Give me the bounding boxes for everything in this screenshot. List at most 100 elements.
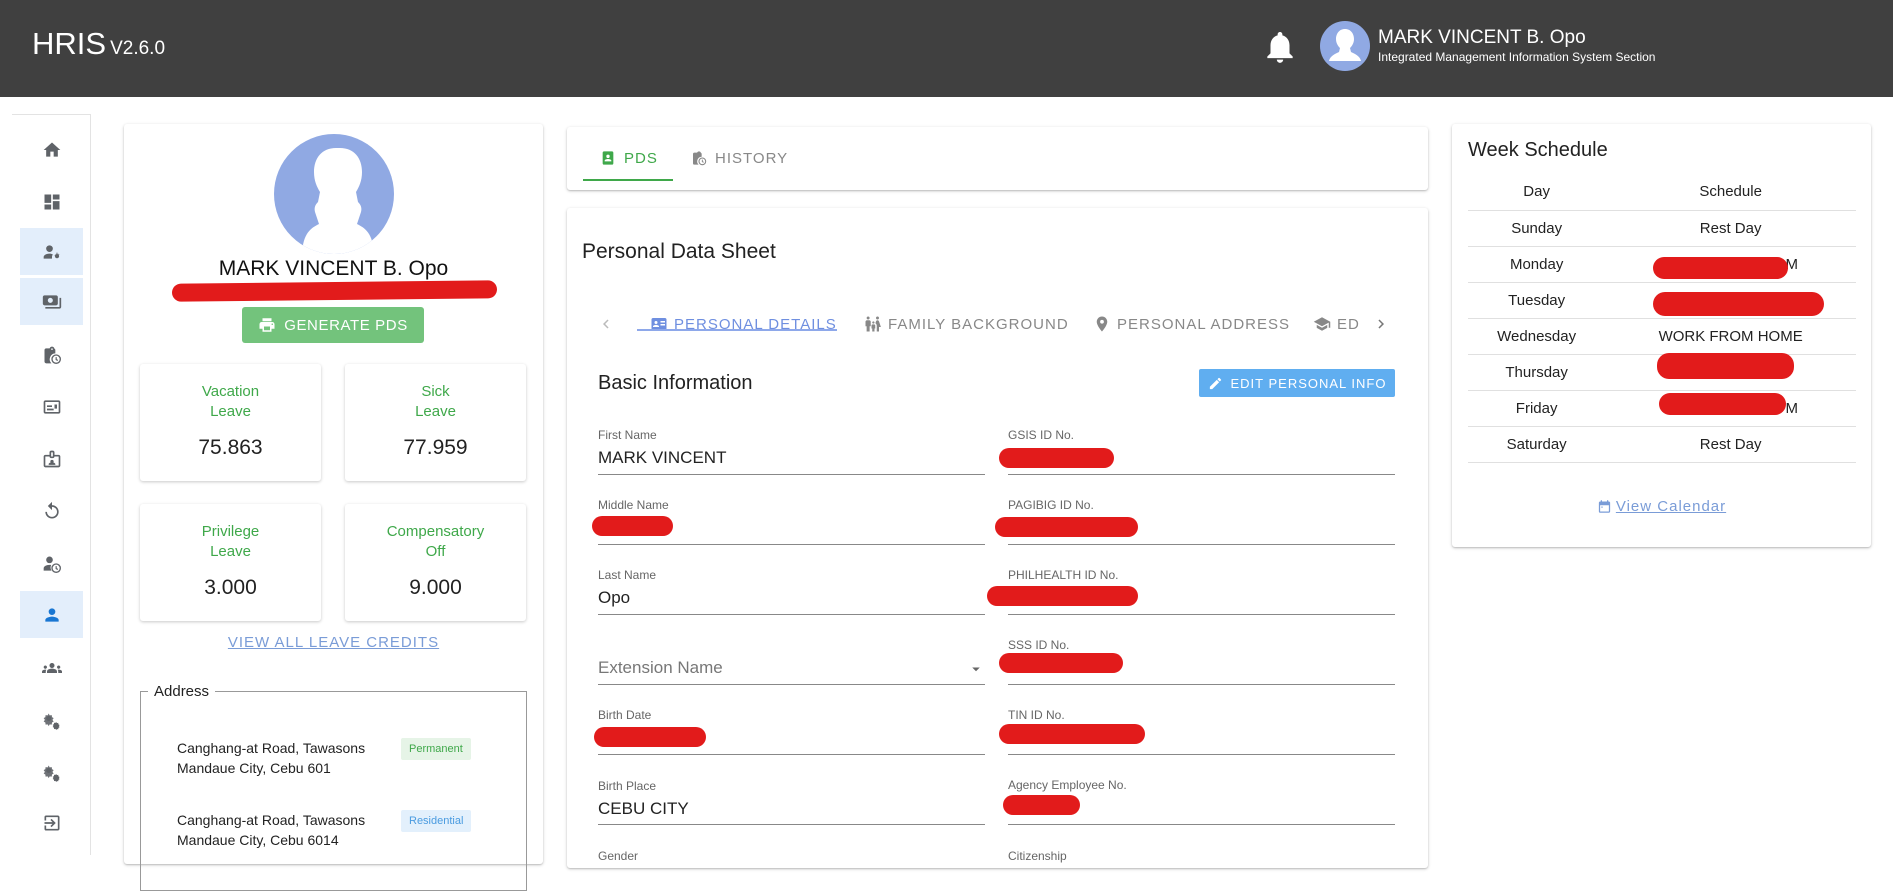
tab-personal-address[interactable]: PERSONAL ADDRESS (1093, 305, 1290, 343)
calendar-icon (1598, 500, 1610, 513)
field-underline (598, 824, 985, 825)
leave-label: Off (425, 543, 446, 560)
user-settings-icon[interactable] (20, 228, 83, 275)
birth-place-field[interactable]: CEBU CITY (598, 799, 689, 819)
tab-education[interactable]: ED (1313, 305, 1360, 343)
view-all-leave-credits-link[interactable]: VIEW ALL LEAVE CREDITS (124, 634, 543, 651)
printer-icon (259, 318, 275, 332)
day-cell: Monday (1468, 246, 1606, 283)
tab-personal-details[interactable]: PERSONAL DETAILS (650, 305, 837, 343)
schedule-table: Day Schedule Sunday Rest Day Monday M Tues… (1468, 174, 1856, 463)
redaction (999, 653, 1123, 673)
table-header: Day Schedule (1468, 174, 1856, 211)
tabs-scroll-right-button[interactable] (1372, 305, 1390, 343)
redaction (999, 724, 1145, 744)
home-icon[interactable] (20, 126, 83, 173)
status-badge: Permanent (401, 738, 471, 760)
pencil-icon (1209, 377, 1221, 389)
view-calendar-link[interactable]: View Calendar (1452, 498, 1871, 515)
bell-icon[interactable] (1261, 26, 1299, 68)
id-card-icon[interactable] (20, 383, 83, 430)
column-header: Schedule (1605, 174, 1856, 211)
tab-history[interactable]: HISTORY (691, 130, 788, 186)
profile-avatar (274, 134, 394, 254)
field-underline (598, 614, 985, 615)
field-label: PHILHEALTH ID No. (1008, 568, 1119, 582)
top-bar: HRIS V2.6.0 MARK VINCENT B. Opo Integrate… (0, 0, 1893, 97)
avatar[interactable] (1320, 21, 1370, 71)
tab-label: HISTORY (715, 149, 789, 167)
leave-card-sick: Sick Leave 77.959 (345, 364, 526, 481)
field-label: Citizenship (1008, 849, 1067, 863)
redaction (594, 727, 706, 747)
table-row: Wednesday WORK FROM HOME (1468, 318, 1856, 355)
tabs-scroll-left-button[interactable] (597, 305, 615, 343)
app-version: V2.6.0 (110, 38, 166, 59)
first-name-field[interactable]: MARK VINCENT (598, 448, 726, 468)
app-brand[interactable]: HRIS V2.6.0 (32, 26, 165, 62)
table-row: Sunday Rest Day (1468, 210, 1856, 247)
schedule-title: Week Schedule (1468, 139, 1608, 161)
badge-icon[interactable] (20, 435, 83, 482)
leave-label: Leave (210, 403, 251, 420)
tab-label: PERSONAL ADDRESS (1117, 315, 1290, 333)
leave-label: Privilege (201, 523, 260, 540)
chevron-down-icon[interactable] (967, 660, 985, 678)
field-underline (1008, 544, 1395, 545)
last-name-field[interactable]: Opo (598, 588, 630, 608)
user-clock-icon[interactable] (20, 540, 83, 587)
person-icon[interactable] (20, 591, 83, 638)
user-section: Integrated Management Information System… (1378, 50, 1656, 64)
leave-value: 9.000 (409, 576, 462, 599)
clipboard-clock-icon[interactable] (20, 331, 83, 378)
address-text: Canghang-at Road, Tawasons Mandaue City, … (177, 810, 365, 850)
group-icon[interactable] (20, 644, 83, 691)
family-icon (865, 316, 881, 332)
extension-name-select[interactable]: Extension Name (598, 658, 723, 678)
pds-card: Personal Data Sheet PERSONAL DETAILS FAM… (567, 208, 1428, 868)
refresh-icon[interactable] (20, 487, 83, 534)
address-line: Canghang-at Road, Tawasons (177, 740, 366, 756)
field-label: GSIS ID No. (1008, 428, 1075, 442)
page-title: Personal Data Sheet (582, 240, 776, 263)
field-label: Last Name (598, 568, 657, 582)
field-underline (598, 684, 985, 685)
generate-pds-button[interactable]: GENERATE PDS (242, 307, 424, 343)
redaction (995, 517, 1138, 537)
field-label: Middle Name (598, 498, 669, 512)
view-calendar-label: View Calendar (1615, 498, 1727, 515)
redaction (987, 586, 1138, 606)
field-label: Agency Employee No. (1008, 778, 1127, 792)
tab-pds[interactable]: PDS (600, 130, 658, 186)
tab-label: ED (1337, 315, 1360, 333)
redaction (1003, 795, 1080, 815)
edit-personal-info-button[interactable]: EDIT PERSONAL INFO (1199, 369, 1395, 397)
location-pin-icon (1096, 316, 1108, 332)
field-label: SSS ID No. (1008, 638, 1070, 652)
address-text: Canghang-at Road, Tawasons Mandaue City, … (177, 738, 365, 778)
logout-icon[interactable] (20, 799, 83, 846)
dashboard-icon[interactable] (20, 178, 83, 225)
table-row: Saturday Rest Day (1468, 426, 1856, 463)
clipboard-clock-icon (693, 151, 707, 166)
main-tabs-card: PDS HISTORY (567, 127, 1428, 190)
schedule-cell: Rest Day (1605, 210, 1856, 247)
app-name: HRIS (32, 26, 107, 61)
leave-label: Leave (415, 403, 456, 420)
field-underline (1008, 684, 1395, 685)
edit-label: EDIT PERSONAL INFO (1230, 375, 1387, 391)
week-schedule-card: Week Schedule Day Schedule Sunday Rest Da… (1452, 124, 1871, 547)
leave-label: Leave (210, 543, 251, 560)
address-line: Mandaue City, Cebu 601 (177, 760, 331, 776)
profile-name: MARK VINCENT B. Opo (218, 257, 449, 280)
graduation-cap-icon (1313, 317, 1331, 331)
day-cell: Thursday (1468, 354, 1606, 391)
field-underline (598, 474, 985, 475)
sidebar (12, 114, 91, 855)
tab-family-background[interactable]: FAMILY BACKGROUND (864, 305, 1069, 343)
payroll-icon[interactable] (20, 278, 83, 325)
profile-card: MARK VINCENT B. Opo GENERATE PDS Vacatio… (124, 124, 543, 891)
address-legend: Address (148, 683, 216, 700)
gears-icon[interactable] (20, 697, 83, 744)
gears-icon[interactable] (20, 749, 83, 796)
